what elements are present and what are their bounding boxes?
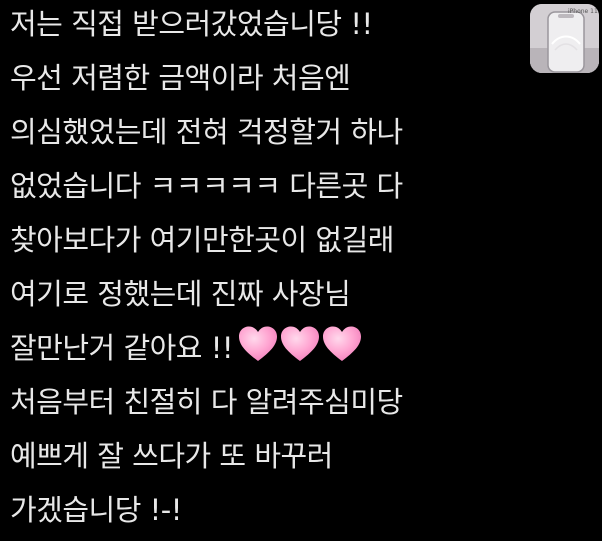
thumbnail-label: iPhone 11 (568, 8, 598, 15)
message-line-6: 여기로 정했는데 진짜 사장님 (10, 277, 351, 311)
message-line-1: 저는 직접 받으러갔었습니당 !! (10, 7, 373, 41)
message-line-8: 처음부터 친절히 다 알려주심미당 (10, 385, 403, 419)
message-line-10: 가겠습니당 !-! (10, 493, 182, 527)
message-line-5: 찾아보다가 여기만한곳이 없길래 (10, 223, 394, 257)
photo-thumbnail[interactable]: iPhone 11 (530, 4, 599, 73)
message-line-2: 우선 저렴한 금액이라 처음엔 (10, 61, 351, 95)
message-line-3: 의심했었는데 전혀 걱정할거 하나 (10, 115, 403, 149)
pink-heart-icon (322, 326, 361, 361)
message-line-7-text: 잘만난거 같아요 !! (10, 331, 233, 365)
hearts-emoji-group (237, 325, 363, 363)
pink-heart-icon (280, 326, 319, 361)
pink-heart-icon (238, 326, 277, 361)
message-line-9: 예쁘게 잘 쓰다가 또 바꾸러 (10, 439, 333, 473)
message-line-4: 없었습니다 ㅋㅋㅋㅋㅋ 다른곳 다 (10, 169, 403, 203)
message-line-7: 잘만난거 같아요 !! (10, 324, 520, 378)
review-message: 저는 직접 받으러갔었습니당 !! 우선 저렴한 금액이라 처음엔 의심했었는데… (10, 0, 520, 540)
